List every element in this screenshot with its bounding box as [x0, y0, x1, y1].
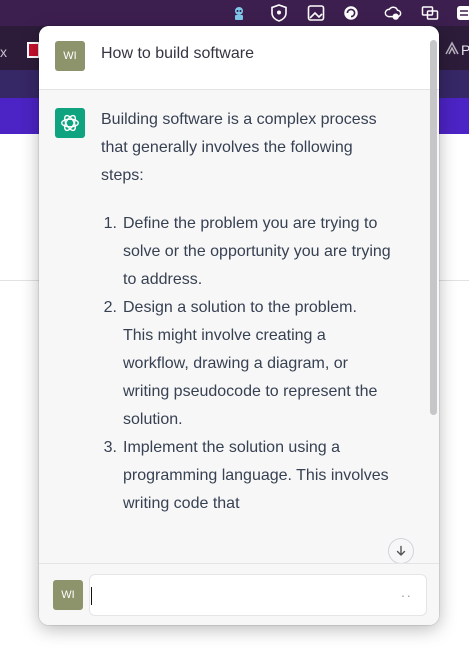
chatgpt-logo-icon	[55, 108, 85, 138]
answer-intro: Building software is a complex process t…	[101, 111, 377, 184]
composer: WI ··	[39, 563, 439, 625]
system-menubar	[0, 0, 469, 26]
step-text: Implement the solution using a programmi…	[123, 439, 389, 512]
list-item: 3. Implement the solution using a progra…	[101, 434, 391, 518]
tab-favicon-right	[445, 41, 459, 58]
step-number: 1.	[103, 215, 117, 232]
list-item: 2. Design a solution to the problem. Thi…	[101, 294, 391, 434]
send-button[interactable]: ··	[401, 587, 412, 603]
tab-close-icon[interactable]: x	[0, 44, 7, 60]
step-number: 2.	[103, 299, 117, 316]
arrow-down-icon	[396, 545, 406, 556]
user-question: How to build software	[101, 45, 254, 62]
tab-label-right[interactable]: P	[461, 42, 469, 58]
bot-icon[interactable]	[230, 4, 248, 22]
text-caret	[91, 587, 92, 605]
scroll-to-bottom-button[interactable]	[388, 538, 414, 563]
assistant-answer: Building software is a complex process t…	[101, 106, 391, 518]
composer-avatar: WI	[53, 580, 83, 610]
user-avatar: WI	[55, 41, 85, 71]
step-text: Design a solution to the problem. This m…	[123, 299, 378, 428]
cloud-icon[interactable]	[384, 4, 402, 22]
refresh-icon[interactable]	[342, 4, 360, 22]
step-number: 3.	[103, 439, 117, 456]
user-message: WI How to build software	[39, 26, 439, 90]
image-icon[interactable]	[307, 4, 325, 22]
message-input[interactable]: ··	[89, 574, 427, 616]
mirror-icon[interactable]	[421, 4, 439, 22]
answer-fade	[39, 537, 439, 563]
sync-icon[interactable]	[455, 4, 469, 22]
answer-steps: 1. Define the problem you are trying to …	[101, 210, 391, 518]
assistant-message: Building software is a complex process t…	[39, 90, 439, 563]
shield-icon[interactable]	[270, 4, 288, 22]
step-text: Define the problem you are trying to sol…	[123, 215, 391, 288]
list-item: 1. Define the problem you are trying to …	[101, 210, 391, 294]
chat-popup: WI How to build software Building softwa…	[39, 26, 439, 625]
scrollbar-thumb[interactable]	[430, 40, 437, 415]
